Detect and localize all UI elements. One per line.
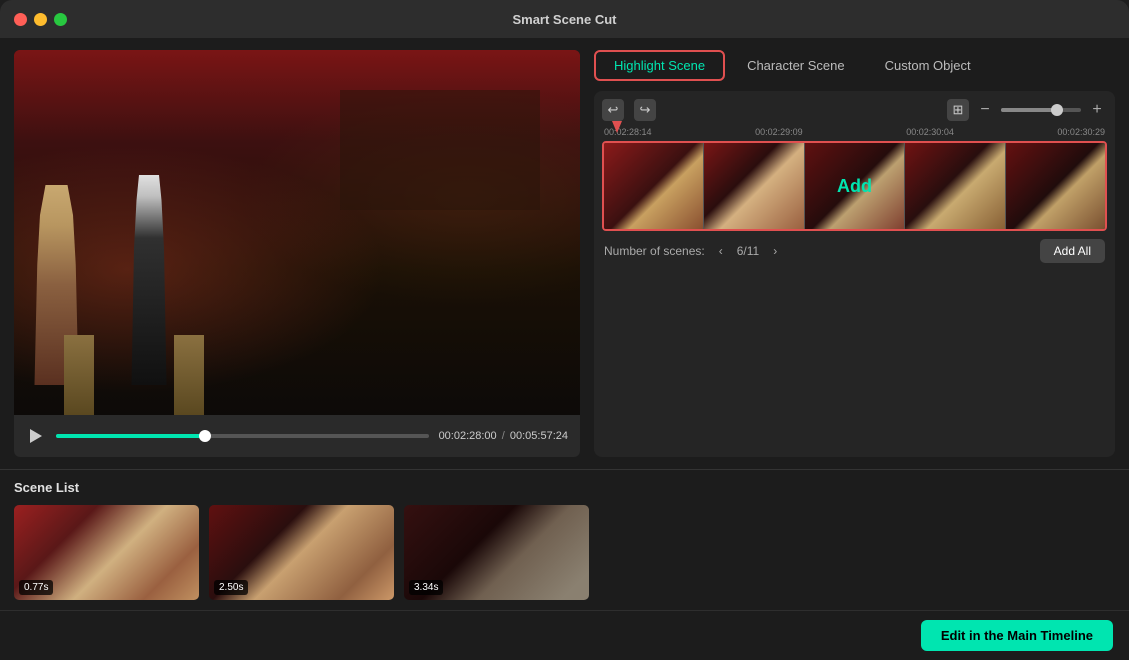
scene-browser: ↩ ↪ ⊞ − +: [594, 91, 1115, 457]
play-icon: [30, 429, 42, 443]
frame-1: [604, 143, 704, 229]
progress-thumb[interactable]: [199, 430, 211, 442]
window-title: Smart Scene Cut: [512, 12, 616, 27]
main-content: 00:02:28:00 / 00:05:57:24 Highlight Scen…: [0, 38, 1129, 660]
scene-thumb-1[interactable]: 0.77s: [14, 505, 199, 600]
playhead-marker: [612, 121, 622, 133]
next-scene-button[interactable]: ›: [767, 243, 783, 259]
add-clip-icon[interactable]: ⊞: [947, 99, 969, 121]
redo-icon[interactable]: ↪: [634, 99, 656, 121]
video-controls: 00:02:28:00 / 00:05:57:24: [14, 415, 580, 457]
zoom-slider[interactable]: [1001, 108, 1081, 112]
band-area: [340, 90, 540, 210]
zoom-slider-thumb[interactable]: [1051, 104, 1063, 116]
edit-main-timeline-button[interactable]: Edit in the Main Timeline: [921, 620, 1113, 651]
toolbar-right: ⊞ − +: [947, 99, 1107, 121]
scene-list-title: Scene List: [14, 480, 1115, 495]
play-button[interactable]: [26, 426, 46, 446]
frame-5: [1006, 143, 1105, 229]
traffic-lights: [14, 13, 67, 26]
browser-toolbar: ↩ ↪ ⊞ − +: [602, 99, 1107, 121]
zoom-in-button[interactable]: +: [1087, 100, 1107, 120]
scene-thumbnails: 0.77s 2.50s 3.34s: [14, 505, 1115, 600]
timeline-frames: Add: [602, 141, 1107, 231]
tab-custom-object[interactable]: Custom Object: [867, 52, 989, 79]
progress-fill: [56, 434, 205, 438]
prev-scene-button[interactable]: ‹: [713, 243, 729, 259]
scene-duration-2: 2.50s: [214, 580, 248, 595]
right-panel: Highlight Scene Character Scene Custom O…: [594, 50, 1115, 457]
scene-count-value: 6/11: [737, 244, 759, 258]
frame-3[interactable]: Add: [805, 143, 905, 229]
maximize-button[interactable]: [54, 13, 67, 26]
timeline-strip: 00:02:28:14 00:02:29:09 00:02:30:04 00:0…: [602, 127, 1107, 231]
scene-thumb-3[interactable]: 3.34s: [404, 505, 589, 600]
scene-list-section: Scene List 0.77s 2.50s 3.34s: [0, 469, 1129, 610]
playhead: [612, 121, 622, 133]
undo-icon[interactable]: ↩: [602, 99, 624, 121]
video-panel: 00:02:28:00 / 00:05:57:24: [14, 50, 580, 457]
frame-4: [905, 143, 1005, 229]
zoom-slider-fill: [1001, 108, 1057, 112]
add-all-button[interactable]: Add All: [1040, 239, 1105, 263]
current-time: 00:02:28:00 / 00:05:57:24: [439, 430, 568, 442]
zoom-out-button[interactable]: −: [975, 100, 995, 120]
video-area: [14, 50, 580, 415]
progress-bar[interactable]: [56, 434, 429, 438]
scene-duration-3: 3.34s: [409, 580, 443, 595]
scene-thumb-2[interactable]: 2.50s: [209, 505, 394, 600]
tab-highlight-scene[interactable]: Highlight Scene: [594, 50, 725, 81]
top-section: 00:02:28:00 / 00:05:57:24 Highlight Scen…: [0, 38, 1129, 469]
video-frame: [14, 50, 580, 415]
toolbar-left: ↩ ↪: [602, 99, 656, 121]
bottom-bar: Edit in the Main Timeline: [0, 610, 1129, 660]
tab-character-scene[interactable]: Character Scene: [729, 52, 863, 79]
titlebar: Smart Scene Cut: [0, 0, 1129, 38]
scene-duration-1: 0.77s: [19, 580, 53, 595]
timeline-ruler: 00:02:28:14 00:02:29:09 00:02:30:04 00:0…: [602, 127, 1107, 137]
frame-2: [704, 143, 804, 229]
scene-count-label: Number of scenes:: [604, 244, 705, 258]
scene-count-row: Number of scenes: ‹ 6/11 › Add All: [602, 237, 1107, 265]
minimize-button[interactable]: [34, 13, 47, 26]
tabs-container: Highlight Scene Character Scene Custom O…: [594, 50, 1115, 81]
add-label: Add: [837, 176, 872, 197]
close-button[interactable]: [14, 13, 27, 26]
stage-podiums: [64, 335, 204, 415]
